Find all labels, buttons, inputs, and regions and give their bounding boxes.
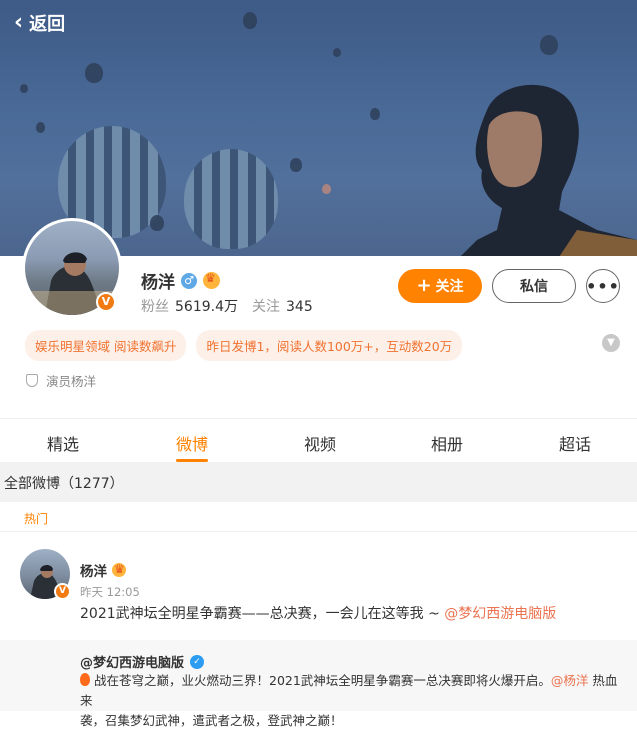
chevron-down-icon[interactable]: ▼ [602,334,620,352]
post-body: 2021武神坛全明星争霸赛——总决赛，一会儿在这等我 ~ [80,606,445,622]
verified-badge-icon: V [96,292,116,312]
hot-air-balloon [184,149,278,249]
hot-air-balloon [540,35,558,55]
tab-album[interactable]: 相册 [431,431,463,455]
cover-banner: ‹ 返回 [0,0,637,256]
profile-tabs: 精选 微博 视频 相册 超话 [0,418,637,462]
verified-badge-icon: V [54,583,71,600]
profile-tags: 娱乐明星领域 阅读数飙升 昨日发博1，阅读人数100万+，互动数20万 [25,330,463,361]
fans-count: 5619.4万 [175,299,238,315]
hot-air-balloon [333,48,341,57]
tab-featured[interactable]: 精选 [47,431,79,455]
fans-label: 粉丝 [141,299,169,315]
hot-air-balloon [243,12,257,29]
repost-text: 战在苍穹之巅，业火燃动三界！2021武神坛全明星争霸赛一总决赛即将火爆开启。@杨… [80,671,620,731]
repost-author[interactable]: @梦幻西游电脑版 [80,652,184,671]
profile-name: 杨洋 [141,273,175,293]
post-author[interactable]: 杨洋 [80,560,107,580]
hot-air-balloon [322,184,331,194]
verified-blue-icon: ✓ [190,654,205,669]
mention-link[interactable]: @杨洋 [551,673,589,688]
more-button[interactable]: ••• [586,269,620,303]
follow-button[interactable]: + 关注 [398,269,482,303]
person-silhouette [461,84,637,256]
post-time: 昨天 12:05 [80,585,140,599]
profile-stats: 粉丝 5619.4万 关注 345 [141,296,313,316]
divider [0,531,637,532]
profile-avatar[interactable]: V [22,218,122,318]
repost-line2: 袭，召集梦幻武神，遣武者之极，登武神之巅！ [80,713,343,728]
hot-air-balloon [370,108,380,120]
tab-supertopic[interactable]: 超话 [559,431,591,455]
post-text: 2021武神坛全明星争霸赛——总决赛，一会儿在这等我 ~ @梦幻西游电脑版 [80,603,556,623]
follow-label: 关注 [435,279,464,295]
hot-air-balloon [36,122,45,133]
message-button[interactable]: 私信 [492,269,576,303]
crown-icon [112,562,126,577]
mention-link[interactable]: @梦幻西游电脑版 [444,606,556,622]
male-icon: ♂ [181,272,197,289]
tab-video[interactable]: 视频 [304,431,336,455]
crown-icon [203,271,220,289]
following-label: 关注 [252,299,280,315]
plus-icon: + [416,275,432,296]
verification-info: 演员杨洋 [26,371,96,390]
post-avatar[interactable]: V [20,549,71,600]
hot-air-balloon [290,158,302,172]
back-button[interactable]: ‹ 返回 [14,10,65,36]
following-stat[interactable]: 关注 345 [252,296,313,316]
tag-item[interactable]: 娱乐明星领域 阅读数飙升 [25,330,187,361]
back-label: 返回 [29,14,66,35]
post-author-row: 杨洋 [80,560,126,580]
fire-icon [80,673,90,686]
hot-label: 热门 [24,512,49,526]
fans-stat[interactable]: 粉丝 5619.4万 [141,296,238,316]
tag-item[interactable]: 昨日发博1，阅读人数100万+，互动数20万 [196,330,463,361]
all-posts-header[interactable]: 全部微博（1277） [0,462,637,502]
verification-text: 演员杨洋 [46,374,97,389]
hot-air-balloon [150,215,164,231]
repost-line1: 战在苍穹之巅，业火燃动三界！2021武神坛全明星争霸赛一总决赛即将火爆开启。 [94,673,551,688]
profile-name-row: 杨洋 ♂ [141,268,220,293]
hot-air-balloon [85,63,103,83]
hot-air-balloon [20,84,28,93]
following-count: 345 [286,299,313,315]
tab-weibo[interactable]: 微博 [176,431,208,455]
repost-author-row: @梦幻西游电脑版 ✓ [80,652,205,671]
back-chevron-icon: ‹ [14,10,24,35]
shield-icon [26,374,38,387]
